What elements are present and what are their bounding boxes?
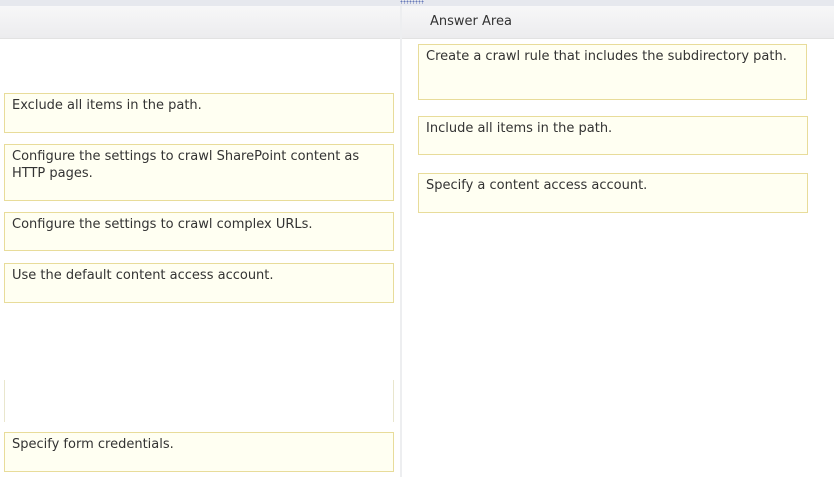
empty-slot (0, 40, 396, 84)
option-tile-label: Configure the settings to crawl SharePoi… (12, 149, 360, 181)
answer-tile[interactable]: Create a crawl rule that includes the su… (418, 44, 807, 100)
option-tile-label: Specify form credentials. (12, 437, 174, 452)
splitter-grip-icon[interactable] (400, 0, 424, 4)
option-tile-label: Configure the settings to crawl complex … (12, 217, 313, 232)
option-tile[interactable]: Configure the settings to crawl complex … (4, 212, 394, 251)
answer-tile[interactable]: Include all items in the path. (418, 116, 808, 155)
option-tile[interactable]: Use the default content access account. (4, 263, 394, 303)
answer-tile[interactable]: Specify a content access account. (418, 173, 808, 213)
pane-divider (400, 6, 402, 477)
answer-tile-label: Create a crawl rule that includes the su… (426, 49, 787, 64)
option-tile-label: Exclude all items in the path. (12, 98, 202, 113)
empty-slot (4, 313, 394, 370)
answer-tile-label: Specify a content access account. (426, 178, 648, 193)
empty-slot (4, 380, 394, 422)
answer-area-title: Answer Area (430, 14, 512, 29)
answer-tile-label: Include all items in the path. (426, 121, 613, 136)
option-tile-label: Use the default content access account. (12, 268, 274, 283)
answer-area-header: Answer Area (402, 6, 834, 39)
options-header (0, 6, 400, 39)
option-tile[interactable]: Exclude all items in the path. (4, 93, 394, 133)
option-tile[interactable]: Configure the settings to crawl SharePoi… (4, 144, 394, 201)
option-tile[interactable]: Specify form credentials. (4, 432, 394, 472)
